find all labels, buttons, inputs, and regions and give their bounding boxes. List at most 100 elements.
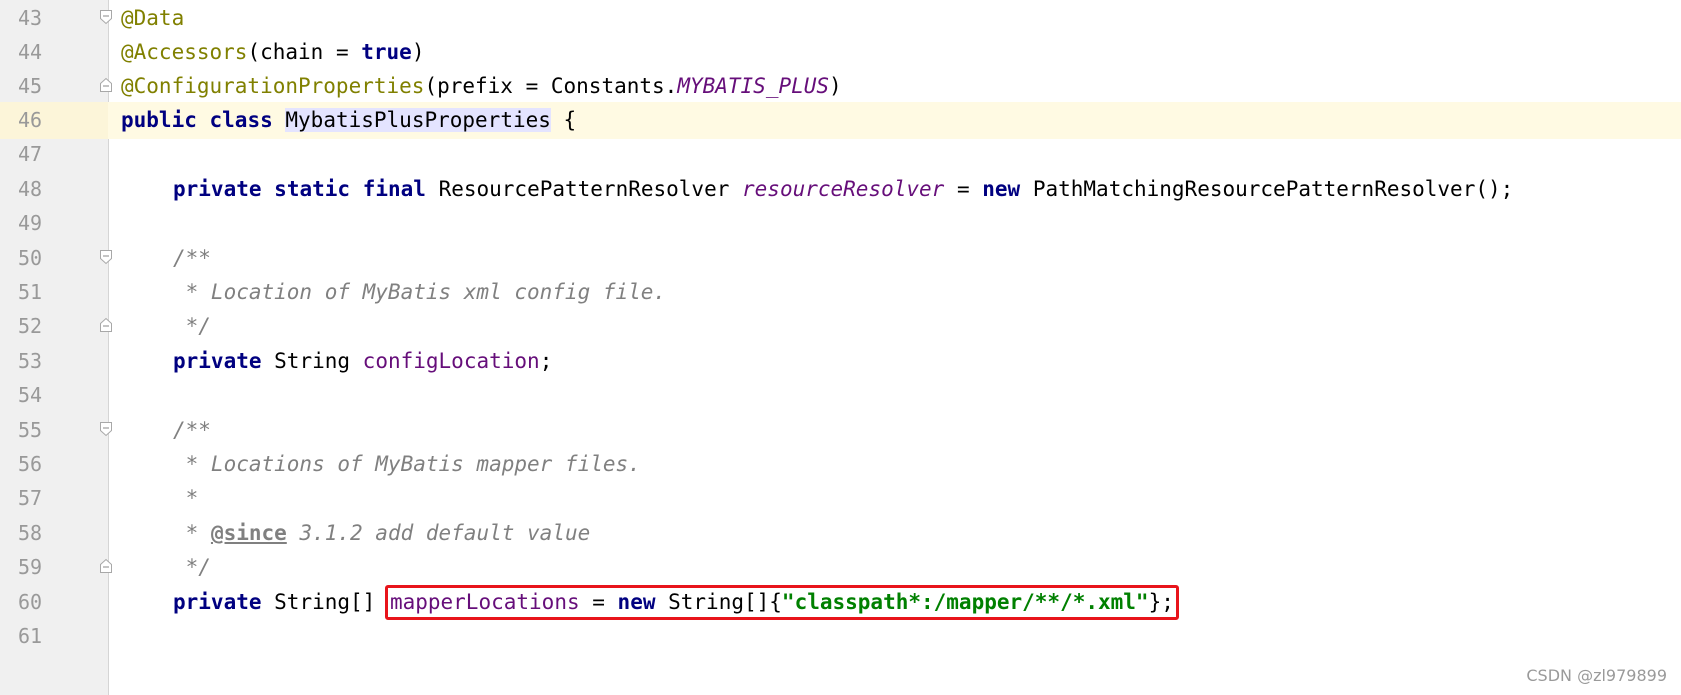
- keyword: private: [173, 590, 262, 614]
- keyword: private: [173, 177, 262, 201]
- code-line-54[interactable]: 54: [0, 377, 1681, 414]
- line-number: 44: [18, 40, 43, 64]
- type-name: String[]: [261, 590, 388, 614]
- operator: =: [944, 177, 983, 201]
- line-number: 43: [18, 6, 43, 30]
- keyword: final: [362, 177, 426, 201]
- code-line-49[interactable]: 49: [0, 205, 1681, 242]
- code-line-57[interactable]: 57 *: [0, 480, 1681, 517]
- comment: *: [173, 486, 199, 510]
- code-line-51[interactable]: 51 * Location of MyBatis xml config file…: [0, 274, 1681, 311]
- gutter-cell: 51: [0, 274, 108, 311]
- annotation: @Accessors: [121, 40, 248, 64]
- keyword: class: [209, 108, 273, 132]
- code-text: /**: [121, 240, 211, 277]
- gutter-cell: 53: [0, 343, 108, 380]
- code-text: * Location of MyBatis xml config file.: [121, 274, 666, 311]
- gutter-cell: 48: [0, 171, 108, 208]
- comment: /**: [173, 418, 211, 442]
- annotation: @Data: [121, 6, 185, 30]
- static-field: resourceResolver: [742, 177, 945, 201]
- code-line-45[interactable]: 45 @ConfigurationProperties(prefix = Con…: [0, 68, 1681, 105]
- code-editor[interactable]: 43 @Data 44 @Accessors(chain = true) 45 …: [0, 0, 1681, 695]
- code-line-58[interactable]: 58 * @since 3.1.2 add default value: [0, 515, 1681, 552]
- line-number: 54: [18, 383, 43, 407]
- line-number: 49: [18, 211, 43, 235]
- comment: /**: [173, 246, 211, 270]
- code-line-43[interactable]: 43 @Data: [0, 0, 1681, 37]
- gutter-cell: 44: [0, 34, 108, 71]
- line-number: 55: [18, 418, 43, 442]
- code-line-46[interactable]: 46 public class MybatisPlusProperties {: [0, 102, 1681, 139]
- code-line-61[interactable]: 61: [0, 618, 1681, 655]
- gutter-cell: 45: [0, 68, 112, 105]
- operator: =: [579, 590, 618, 614]
- code-text: * @since 3.1.2 add default value: [121, 515, 591, 552]
- fold-open-icon[interactable]: [99, 9, 113, 25]
- code-text: */: [121, 549, 211, 586]
- code-text: private static final ResourcePatternReso…: [121, 171, 1513, 208]
- gutter-cell: 58: [0, 515, 108, 552]
- comment: *: [173, 521, 211, 545]
- code-line-52[interactable]: 52 */: [0, 308, 1681, 345]
- code-line-59[interactable]: 59 */: [0, 549, 1681, 586]
- code-line-50[interactable]: 50 /**: [0, 240, 1681, 277]
- keyword: new: [617, 590, 656, 614]
- line-number: 51: [18, 280, 43, 304]
- code-line-56[interactable]: 56 * Locations of MyBatis mapper files.: [0, 446, 1681, 483]
- comment: */: [173, 555, 211, 579]
- line-number: 53: [18, 349, 43, 373]
- keyword: public: [121, 108, 197, 132]
- gutter-cell: 59: [0, 549, 112, 586]
- semicolon: ;: [539, 349, 553, 373]
- javadoc-tag: @since: [210, 521, 287, 545]
- code-line-53[interactable]: 53 private String configLocation;: [0, 343, 1681, 380]
- fold-close-icon[interactable]: [99, 317, 113, 333]
- gutter-cell: 57: [0, 480, 108, 517]
- line-number: 58: [18, 521, 43, 545]
- comment: * Locations of MyBatis mapper files.: [173, 452, 641, 476]
- code-text: */: [121, 308, 211, 345]
- code-line-55[interactable]: 55 /**: [0, 412, 1681, 449]
- annotation-args: (prefix = Constants.: [424, 74, 678, 98]
- string-literal: "classpath*:/mapper/**/*.xml": [781, 590, 1149, 614]
- fold-close-icon[interactable]: [99, 77, 113, 93]
- paren: ): [411, 40, 425, 64]
- gutter-cell: 56: [0, 446, 108, 483]
- gutter-cell: 55: [0, 412, 112, 449]
- brace: {: [550, 108, 577, 132]
- constant: MYBATIS_PLUS: [677, 74, 830, 98]
- watermark: CSDN @zl979899: [1526, 666, 1667, 685]
- code-text: @Accessors(chain = true): [121, 34, 424, 71]
- line-number: 59: [18, 555, 43, 579]
- code-line-48[interactable]: 48 private static final ResourcePatternR…: [0, 171, 1681, 208]
- fold-open-icon[interactable]: [99, 249, 113, 265]
- highlight-box: mapperLocations = new String[]{"classpat…: [384, 585, 1179, 620]
- line-number: 56: [18, 452, 43, 476]
- keyword: private: [173, 349, 262, 373]
- line-number: 50: [18, 246, 43, 270]
- type-name: ResourcePatternResolver: [438, 177, 730, 201]
- comment: 3.1.2 add default value: [286, 521, 591, 545]
- keyword: static: [274, 177, 351, 201]
- gutter-cell: 49: [0, 205, 108, 242]
- code-text: /**: [121, 412, 211, 449]
- line-number: 60: [18, 590, 43, 614]
- code-line-60[interactable]: 60 private String[] mapperLocations = ne…: [0, 584, 1681, 621]
- gutter-cell: 60: [0, 584, 108, 621]
- class-name[interactable]: MybatisPlusProperties: [285, 108, 551, 132]
- code-text: private String[] mapperLocations = new S…: [121, 584, 1179, 621]
- line-number: 45: [18, 74, 43, 98]
- code-text: @ConfigurationProperties(prefix = Consta…: [121, 68, 842, 105]
- code-line-47[interactable]: 47: [0, 136, 1681, 173]
- line-number: 48: [18, 177, 43, 201]
- code-text: public class MybatisPlusProperties {: [121, 102, 576, 139]
- semicolon: };: [1148, 590, 1174, 614]
- code-line-44[interactable]: 44 @Accessors(chain = true): [0, 34, 1681, 71]
- paren: ): [829, 74, 842, 98]
- fold-open-icon[interactable]: [99, 421, 113, 437]
- line-number: 52: [18, 314, 43, 338]
- line-number: 57: [18, 486, 43, 510]
- fold-close-icon[interactable]: [99, 558, 113, 574]
- gutter-cell: 50: [0, 240, 112, 277]
